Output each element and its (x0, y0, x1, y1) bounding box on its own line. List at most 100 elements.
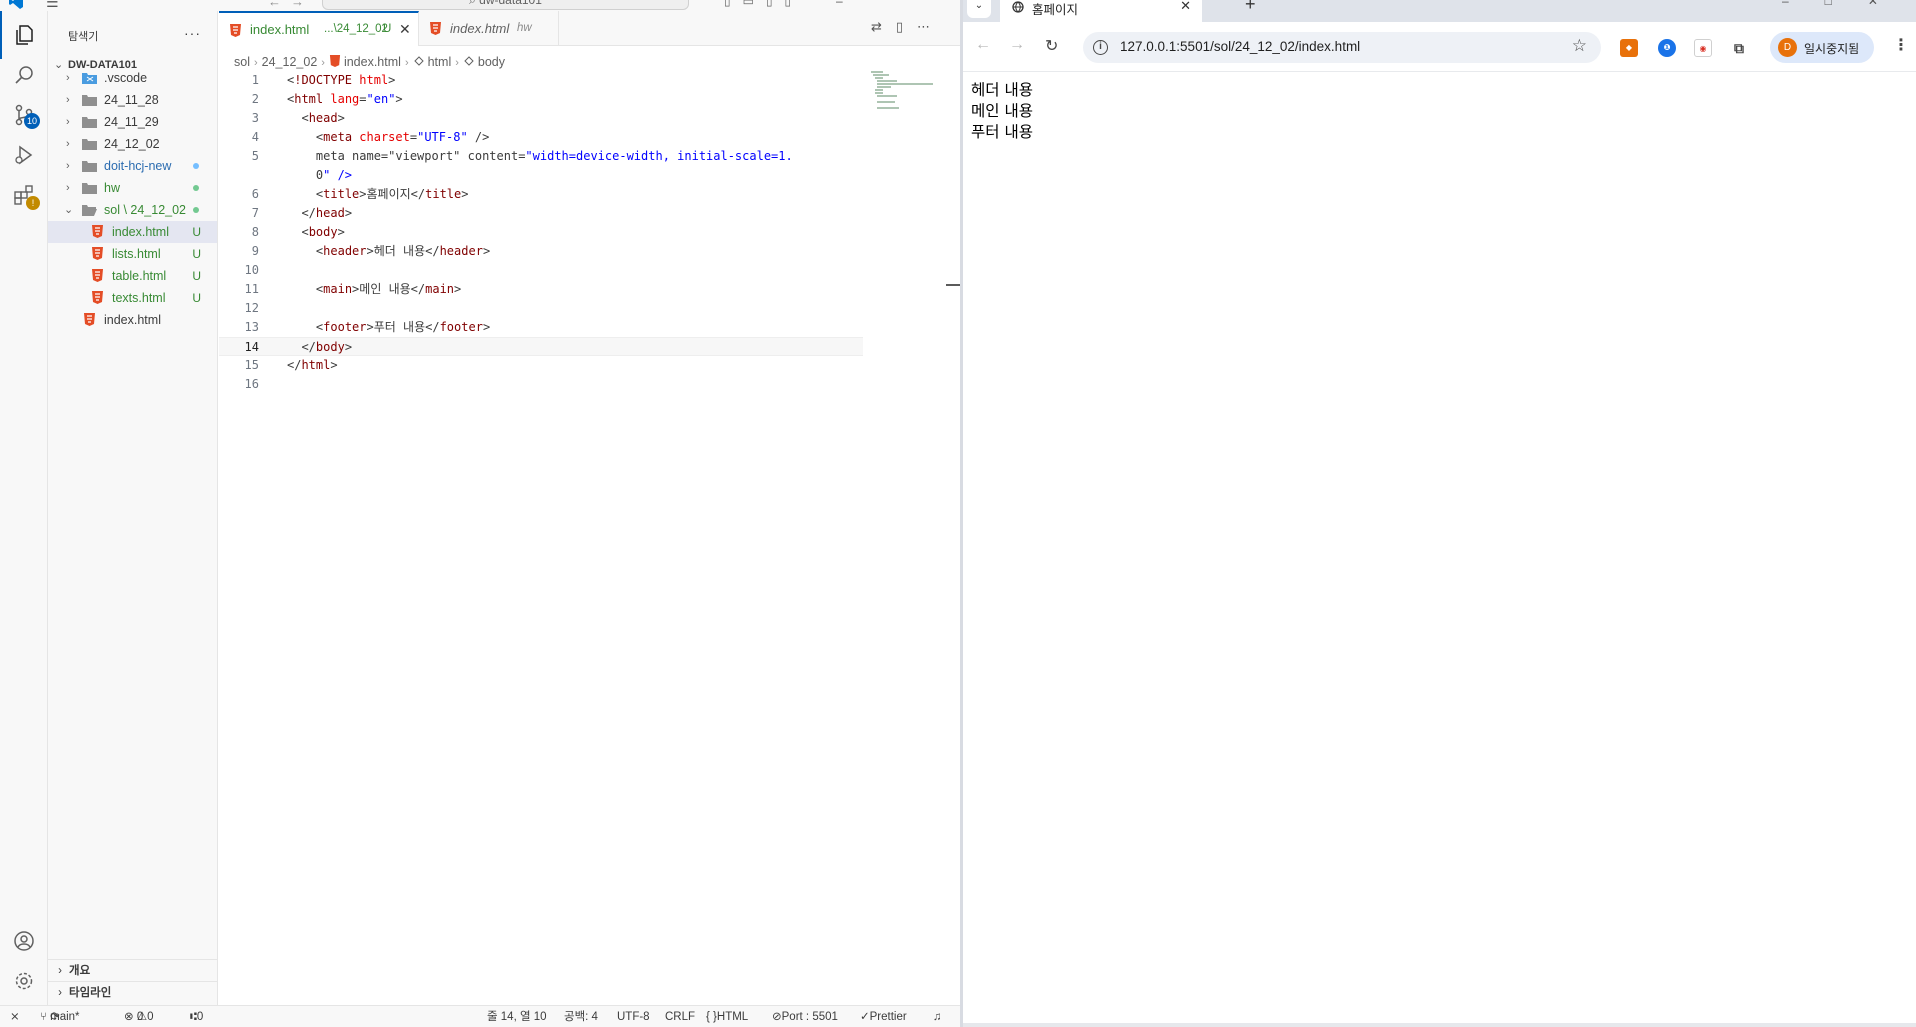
tree-folder-24-12-02[interactable]: › 24_12_02 (48, 133, 217, 155)
breadcrumb-item[interactable]: html (428, 55, 452, 69)
code-line[interactable]: 1 <!DOCTYPE html> (219, 71, 863, 90)
remote-icon[interactable]: ⨯ (10, 1006, 20, 1027)
live-server-status[interactable]: ⊘ Port : 5501 (772, 1006, 838, 1027)
close-icon[interactable]: ✕ (399, 13, 411, 46)
breadcrumb-item[interactable]: body (478, 55, 505, 69)
code-line[interactable]: 8 <body> (219, 223, 863, 242)
prettier-status[interactable]: ✓ Prettier (860, 1006, 907, 1027)
tree-folder-24-11-29[interactable]: › 24_11_29 (48, 111, 217, 133)
tree-file-index-html[interactable]: index.html U (48, 221, 217, 243)
notifications-bell-icon[interactable]: ♫ (933, 1006, 942, 1027)
timeline-section[interactable]: › 타임라인 (48, 981, 217, 1003)
code-line[interactable]: 4 <meta charset="UTF-8" /> (219, 128, 863, 147)
bookmark-star-icon[interactable]: ☆ (1572, 36, 1587, 56)
extensions-puzzle-icon[interactable]: ⧉ (1730, 39, 1748, 57)
editor-tabs: index.html ...\24_12_02 U ✕ index.html h… (219, 11, 960, 46)
back-icon[interactable]: ← (975, 36, 991, 54)
editor-actions[interactable]: ⇄▯⋯ (871, 19, 944, 35)
code-line[interactable]: 15 </html> (219, 356, 863, 375)
tree-label: sol \ 24_12_02 (104, 203, 187, 217)
branch-name: main* (50, 1011, 80, 1023)
window-controls[interactable]: –□✕ (1782, 0, 1914, 8)
command-center[interactable]: ⌕ dw-data101 (322, 0, 689, 10)
code-text: <footer>푸터 내용</footer> (315, 320, 491, 334)
globe-icon (1012, 1, 1024, 13)
settings-gear-icon[interactable] (0, 957, 48, 1005)
site-info-icon[interactable]: i (1093, 40, 1108, 55)
tree-folder-vscode[interactable]: › .vscode (48, 67, 217, 89)
explorer-more-icon[interactable]: ··· (184, 25, 201, 41)
extension-icon-orange[interactable]: ◆ (1620, 39, 1638, 57)
tree-file-table-html[interactable]: table.html U (48, 265, 217, 287)
tab-search-chevron-icon[interactable]: ⌄ (967, 0, 991, 18)
warning-count: 0 (147, 1011, 154, 1023)
scm-badge: 10 (23, 113, 40, 129)
close-tab-icon[interactable]: ✕ (1180, 0, 1191, 14)
ports-status[interactable]: ⑆ 0 (190, 1006, 203, 1027)
tree-folder-hw[interactable]: › hw (48, 177, 217, 199)
prettier-label: Prettier (869, 1011, 907, 1023)
tab-index-html-sol[interactable]: index.html ...\24_12_02 U ✕ (219, 11, 419, 46)
new-tab-icon[interactable]: + (1245, 0, 1256, 15)
encoding-status[interactable]: UTF-8 (617, 1006, 650, 1027)
extension-icon-calendar[interactable]: ◉ (1694, 39, 1712, 57)
code-line[interactable]: 0" /> (219, 166, 863, 185)
code-line[interactable]: 6 <title>홈페이지</title> (219, 185, 863, 204)
tree-file-texts-html[interactable]: texts.html U (48, 287, 217, 309)
command-center-label: dw-data101 (479, 0, 542, 7)
tab-index-html-hw[interactable]: index.html hw (419, 11, 559, 46)
nav-arrows[interactable]: ←→ (268, 0, 314, 9)
browser-tab[interactable]: 홈페이지 ✕ (1000, 0, 1202, 22)
tree-folder-doit-hcj-new[interactable]: › doit-hcj-new (48, 155, 217, 177)
breadcrumb-item[interactable]: index.html (344, 55, 401, 69)
code-line[interactable]: 16 (219, 375, 863, 394)
outline-section[interactable]: › 개요 (48, 959, 217, 981)
line-number: 1 (251, 73, 259, 87)
tree-folder-24-11-28[interactable]: › 24_11_28 (48, 89, 217, 111)
more-menu-icon[interactable]: ⋮ (1893, 35, 1909, 55)
symbol-element-icon (464, 56, 474, 66)
chevron-down-icon: ⌄ (64, 204, 74, 216)
chevron-right-icon: › (58, 965, 62, 977)
chevron-right-icon: › (66, 182, 70, 194)
code-text: </body> (301, 340, 353, 354)
code-line[interactable]: 12 (219, 299, 863, 318)
tree-label: 24_11_28 (104, 93, 159, 107)
menu-icon[interactable]: ☰ (46, 0, 59, 11)
code-line[interactable]: 9 <header>헤더 내용</header> (219, 242, 863, 261)
tab-label: index.html (450, 21, 510, 36)
language-status[interactable]: { } HTML (706, 1006, 748, 1027)
avatar: D (1778, 38, 1797, 57)
tree-file-root-index-html[interactable]: index.html (48, 309, 217, 331)
html5-icon (430, 22, 441, 35)
tree-file-lists-html[interactable]: lists.html U (48, 243, 217, 265)
url-text[interactable]: 127.0.0.1:5501/sol/24_12_02/index.html (1120, 39, 1360, 54)
breadcrumb-item[interactable]: 24_12_02 (262, 55, 318, 69)
indentation-status[interactable]: 공백: 4 (564, 1006, 598, 1027)
tree-folder-sol[interactable]: ⌄ sol \ 24_12_02 (48, 199, 217, 221)
window-controls[interactable]: –□✕ (836, 0, 960, 11)
page-main-text: 메인 내용 (971, 102, 1033, 120)
code-line[interactable]: 5 meta name="viewport" content="width=de… (219, 147, 863, 166)
code-line[interactable]: 13 <footer>푸터 내용</footer> (219, 318, 863, 337)
breadcrumb-item[interactable]: sol (234, 55, 250, 69)
layout-controls-icon[interactable]: ▯▭▯▯ (724, 0, 803, 8)
code-line[interactable]: 2 <html lang="en"> (219, 90, 863, 109)
extensions-icon[interactable]: ! (0, 171, 48, 219)
forward-icon[interactable]: → (1009, 36, 1025, 54)
reload-icon[interactable]: ↻ (1045, 36, 1058, 56)
minimap[interactable] (871, 71, 933, 111)
branch-status[interactable]: ⑂ main* ⟳ (40, 1006, 80, 1027)
extension-icon-shield[interactable]: ❶ (1658, 39, 1676, 57)
code-line[interactable]: 7 </head> (219, 204, 863, 223)
address-bar[interactable]: i 127.0.0.1:5501/sol/24_12_02/index.html… (1083, 32, 1601, 63)
git-status-u: U (192, 269, 201, 283)
eol-status[interactable]: CRLF (665, 1006, 695, 1027)
code-line[interactable]: 10 (219, 261, 863, 280)
code-line[interactable]: 3 <head> (219, 109, 863, 128)
code-line[interactable]: 14 </body> (219, 337, 863, 356)
profile-button[interactable]: D 일시중지됨 (1770, 32, 1874, 63)
problems-status[interactable]: ⊗ 0 ⚠ 0 (124, 1006, 154, 1027)
code-line[interactable]: 11 <main>메인 내용</main> (219, 280, 863, 299)
cursor-position[interactable]: 줄 14, 열 10 (487, 1006, 547, 1027)
